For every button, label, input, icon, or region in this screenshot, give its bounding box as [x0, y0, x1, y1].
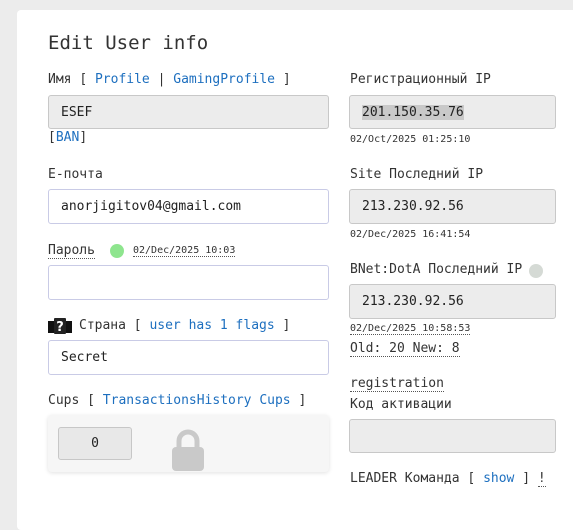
registration-link[interactable]: registration	[350, 376, 444, 392]
cups-value-field[interactable]: 0	[58, 427, 132, 460]
email-value: anorjigitov04@gmail.com	[61, 199, 242, 214]
registration-wrap: registration	[350, 376, 444, 392]
reg-ip-date: 02/Oct/2025 01:25:10	[350, 134, 471, 145]
name-label: Имя	[48, 72, 72, 87]
separator: |	[157, 72, 166, 87]
bnet-ip-date: 02/Dec/2025 10:58:53	[350, 323, 471, 335]
name-field[interactable]: ESEF	[48, 95, 329, 129]
lock-icon	[170, 428, 206, 472]
bnet-ip-date-wrap: 02/Dec/2025 10:58:53	[350, 323, 471, 335]
country-label-row: Страна [ user has 1 flags ]	[79, 318, 290, 333]
page-title: Edit User info	[48, 32, 209, 54]
gaming-profile-link[interactable]: GamingProfile	[173, 72, 275, 87]
password-label-row: Пароль	[48, 243, 95, 259]
bnet-status-dot	[529, 264, 543, 278]
reg-ip-value: 201.150.35.76	[362, 104, 464, 120]
leader-label: LEADER Команда	[350, 471, 460, 486]
bracket: ]	[298, 393, 307, 408]
site-ip-field[interactable]: 213.230.92.56	[349, 189, 556, 224]
ban-row: [BAN]	[48, 130, 87, 145]
cups-label: Cups	[48, 393, 80, 408]
email-label: E-почта	[48, 167, 103, 182]
activation-code-label: Код активации	[350, 397, 452, 412]
leader-show-link[interactable]: show	[483, 471, 514, 486]
bracket: [	[467, 471, 476, 486]
password-field[interactable]	[48, 265, 329, 300]
bracket: ]	[79, 130, 88, 145]
site-ip-date: 02/Dec/2025 16:41:54	[350, 229, 471, 240]
cups-label-row: Cups [ TransactionsHistory Cups ]	[48, 393, 306, 408]
country-label: Страна	[79, 318, 126, 333]
password-status-dot	[110, 244, 124, 258]
old-new-counts: Old: 20 New: 8	[350, 341, 460, 357]
activation-code-field[interactable]	[349, 419, 556, 453]
site-ip-label: Site Последний IP	[350, 167, 484, 182]
bracket: ]	[282, 72, 291, 87]
country-field[interactable]: Secret	[48, 340, 329, 375]
bracket: [	[79, 72, 88, 87]
bracket: [	[48, 130, 56, 145]
svg-text:?: ?	[56, 320, 64, 334]
user-flags-link[interactable]: user has 1 flags	[149, 318, 274, 333]
name-label-row: Имя [ Profile | GamingProfile ]	[48, 72, 291, 87]
bracket: [	[87, 393, 95, 408]
email-field[interactable]: anorjigitov04@gmail.com	[48, 189, 329, 224]
old-new-wrap: Old: 20 New: 8	[350, 341, 460, 357]
bracket: ]	[522, 471, 531, 486]
password-date-wrap: 02/Dec/2025 10:03	[133, 245, 236, 257]
bnet-ip-field[interactable]: 213.230.92.56	[349, 284, 556, 319]
bnet-ip-label: BNet:DotA Последний IP	[350, 262, 523, 277]
reg-ip-label: Регистрационный IP	[350, 72, 491, 87]
password-date: 02/Dec/2025 10:03	[133, 245, 236, 257]
unknown-flag-icon: ?	[48, 318, 72, 335]
name-value: ESEF	[61, 104, 93, 120]
reg-ip-field[interactable]: 201.150.35.76	[349, 95, 556, 129]
bnet-ip-value: 213.230.92.56	[362, 294, 464, 309]
profile-link[interactable]: Profile	[95, 72, 150, 87]
leader-row: LEADER Команда [ show ] !	[350, 471, 546, 487]
cups-panel: 0	[48, 415, 329, 472]
site-ip-value: 213.230.92.56	[362, 199, 464, 214]
bracket: [	[133, 318, 142, 333]
transactions-history-link[interactable]: TransactionsHistory Cups	[103, 393, 291, 408]
password-label: Пароль	[48, 243, 95, 259]
country-value: Secret	[61, 350, 108, 365]
leader-bang: !	[537, 471, 546, 487]
bracket: ]	[282, 318, 291, 333]
cups-value: 0	[91, 436, 99, 451]
ban-link[interactable]: BAN	[56, 130, 79, 145]
